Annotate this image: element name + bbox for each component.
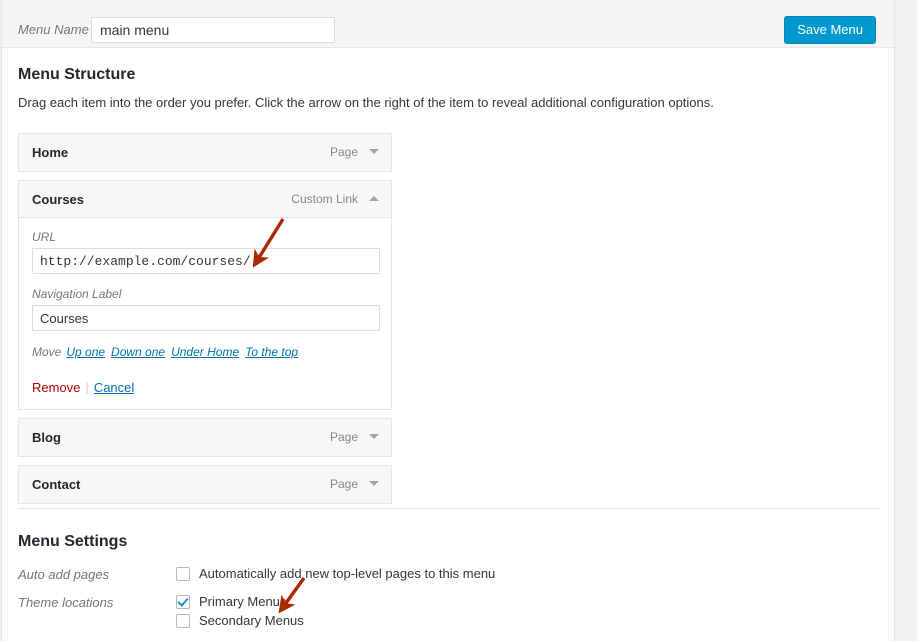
- primary-menus-checkbox-label[interactable]: Primary Menus: [199, 594, 286, 609]
- chevron-down-icon[interactable]: [369, 481, 379, 486]
- primary-menus-checkbox-row[interactable]: Primary Menus: [176, 592, 304, 611]
- chevron-up-icon[interactable]: [369, 196, 379, 201]
- menu-item-settings: URL Navigation Label Move Up one Down one U…: [19, 218, 391, 409]
- auto-add-pages-checkbox-label[interactable]: Automatically add new top-level pages to…: [199, 566, 495, 581]
- save-menu-button[interactable]: Save Menu: [784, 16, 876, 44]
- screen: Menu Name Save Menu Menu Structure Drag …: [0, 0, 917, 641]
- menu-item-header[interactable]: Home Page: [19, 134, 391, 171]
- menu-item-home[interactable]: Home Page: [18, 133, 392, 172]
- menu-item-header[interactable]: Blog Page: [19, 419, 391, 456]
- move-link-under-home[interactable]: Under Home: [171, 345, 239, 359]
- auto-add-pages-checkbox[interactable]: [176, 566, 190, 581]
- menu-item-title: Courses: [32, 192, 85, 207]
- menu-item-header[interactable]: Contact Page: [19, 466, 391, 503]
- theme-locations-fields: Primary Menus Secondary Menus: [176, 592, 304, 630]
- settings-divider: [18, 508, 880, 509]
- menu-item-title: Home: [32, 145, 69, 160]
- menu-item-type: Page: [329, 430, 358, 444]
- url-input[interactable]: [32, 248, 380, 274]
- cancel-link[interactable]: Cancel: [94, 380, 134, 395]
- menu-settings-heading: Menu Settings: [18, 533, 128, 550]
- secondary-menus-checkbox-row[interactable]: Secondary Menus: [176, 611, 304, 630]
- auto-add-pages-fields: Automatically add new top-level pages to…: [176, 564, 495, 583]
- menu-item-type: Page: [329, 145, 358, 159]
- move-link-to-the-top[interactable]: To the top: [245, 345, 298, 359]
- item-actions-row: Remove | Cancel: [32, 381, 378, 395]
- theme-locations-label: Theme locations: [18, 595, 114, 610]
- primary-menus-checkbox[interactable]: [176, 594, 190, 609]
- menu-item-contact[interactable]: Contact Page: [18, 465, 392, 504]
- navigation-label-input[interactable]: [32, 305, 380, 331]
- field-spacer: [32, 274, 378, 287]
- remove-link[interactable]: Remove: [32, 380, 80, 395]
- chevron-down-icon[interactable]: [369, 149, 379, 154]
- secondary-menus-checkbox[interactable]: [176, 613, 190, 628]
- move-link-down-one[interactable]: Down one: [111, 345, 165, 359]
- menu-item-header[interactable]: Courses Custom Link: [19, 181, 391, 218]
- menu-item-type: Custom Link: [291, 192, 358, 206]
- auto-add-pages-label: Auto add pages: [18, 567, 110, 582]
- navigation-label-field-label: Navigation Label: [32, 287, 122, 301]
- auto-add-pages-checkbox-row[interactable]: Automatically add new top-level pages to…: [176, 564, 495, 583]
- menu-item-list: Home Page Courses Custom Link URL http:/…: [18, 133, 392, 512]
- menu-item-type: Page: [329, 477, 358, 491]
- action-separator: |: [85, 380, 89, 395]
- menu-item-courses[interactable]: Courses Custom Link URL Navigation Label…: [18, 180, 392, 410]
- menu-editor-panel: Menu Name Save Menu Menu Structure Drag …: [1, 0, 895, 641]
- menu-name-input[interactable]: [91, 17, 335, 43]
- menu-structure-description: Drag each item into the order you prefer…: [18, 95, 714, 110]
- menu-name-bar: Menu Name Save Menu: [2, 0, 894, 48]
- menu-item-blog[interactable]: Blog Page: [18, 418, 392, 457]
- move-label: Move: [32, 345, 62, 359]
- menu-item-title: Blog: [32, 430, 61, 445]
- move-link-up-one[interactable]: Up one: [66, 345, 105, 359]
- menu-item-title: Contact: [32, 477, 81, 492]
- move-row: Move Up one Down one Under Home To the top: [32, 345, 378, 359]
- chevron-down-icon[interactable]: [369, 434, 379, 439]
- menu-name-label: Menu Name: [18, 22, 89, 37]
- url-field-label: URL: [32, 230, 57, 244]
- menu-structure-heading: Menu Structure: [18, 66, 136, 83]
- secondary-menus-checkbox-label[interactable]: Secondary Menus: [199, 613, 304, 628]
- editor-body: Menu Structure Drag each item into the o…: [2, 48, 894, 641]
